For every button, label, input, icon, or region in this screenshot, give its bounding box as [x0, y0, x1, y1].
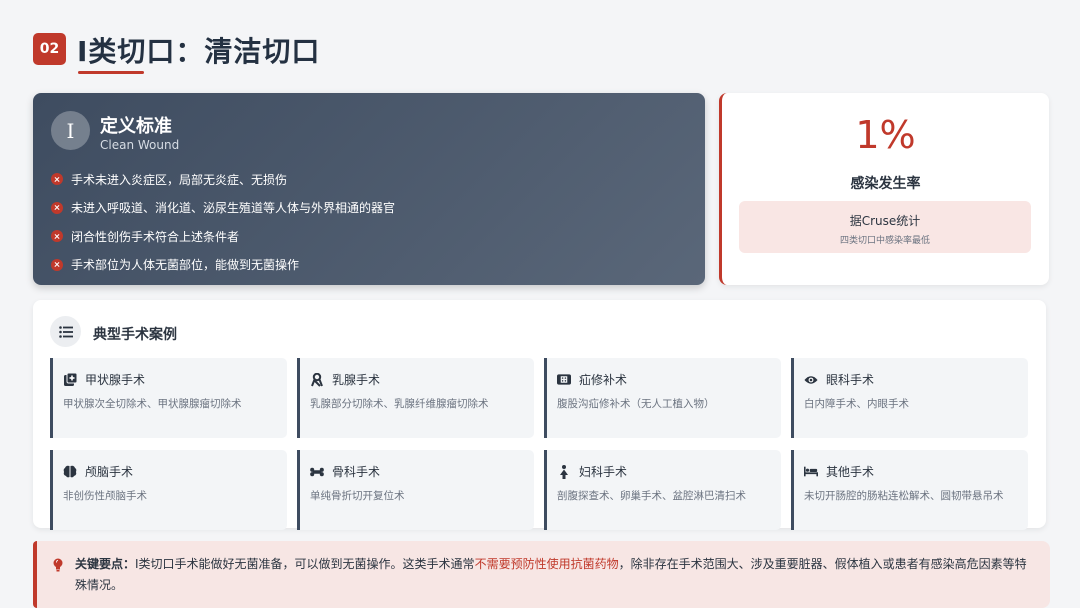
definition-title: 定义标准	[100, 116, 172, 137]
case-name: 妇科手术	[579, 465, 628, 479]
ribbon-icon	[310, 372, 324, 387]
definition-list: 手术未进入炎症区，局部无炎症、无损伤 未进入呼吸道、消化道、泌尿生殖道等人体与外…	[51, 165, 395, 279]
rate-source-box: 据Cruse统计 四类切口中感染率最低	[739, 201, 1031, 253]
cases-panel: 典型手术案例 甲状腺手术 甲状腺次全切除术、甲状腺腺瘤切除术 乳腺手术 乳腺部分…	[33, 300, 1046, 530]
case-card-gynecology: 妇科手术 剖腹探查术、卵巢手术、盆腔淋巴清扫术	[544, 450, 781, 530]
case-card-eye: 眼科手术 白内障手术、内眼手术	[791, 358, 1028, 438]
rate-source: 据Cruse统计	[849, 214, 921, 228]
key-point-box: 关键要点：I类切口手术能做好无菌准备，可以做到无菌操作。这类手术通常不需要预防性…	[33, 541, 1050, 608]
case-name: 骨科手术	[332, 465, 381, 479]
title-underline	[78, 71, 144, 74]
roman-numeral-badge: I	[51, 111, 90, 150]
definition-item: 手术部位为人体无菌部位，能做到无菌操作	[51, 251, 395, 280]
infection-rate-value: 1%	[855, 113, 916, 157]
definition-item-text: 手术部位为人体无菌部位，能做到无菌操作	[71, 258, 300, 273]
rate-note: 四类切口中感染率最低	[839, 236, 930, 246]
case-card-other: 其他手术 未切开肠腔的肠粘连松解术、圆韧带悬吊术	[791, 450, 1028, 530]
definition-item: 手术未进入炎症区，局部无炎症、无损伤	[51, 165, 395, 194]
definition-card: I 定义标准 Clean Wound 手术未进入炎症区，局部无炎症、无损伤 未进…	[33, 93, 705, 285]
case-desc: 单纯骨折切开复位术	[310, 490, 405, 502]
definition-item-text: 闭合性创伤手术符合上述条件者	[71, 229, 240, 244]
case-name: 疝修补术	[579, 373, 628, 387]
case-card-breast: 乳腺手术 乳腺部分切除术、乳腺纤维腺瘤切除术	[297, 358, 534, 438]
key-point-label: 关键要点：	[75, 557, 136, 571]
lightbulb-icon	[53, 557, 63, 576]
case-desc: 非创伤性颅脑手术	[63, 490, 147, 502]
case-desc: 未切开肠腔的肠粘连松解术、圆韧带悬吊术	[804, 490, 1004, 502]
case-card-thyroid: 甲状腺手术 甲状腺次全切除术、甲状腺腺瘤切除术	[50, 358, 287, 438]
key-point-text: 关键要点：I类切口手术能做好无菌准备，可以做到无菌操作。这类手术通常不需要预防性…	[75, 554, 1035, 596]
infection-rate-label: 感染发生率	[850, 176, 921, 192]
case-card-bone: 骨科手术 单纯骨折切开复位术	[297, 450, 534, 530]
cases-grid: 甲状腺手术 甲状腺次全切除术、甲状腺腺瘤切除术 乳腺手术 乳腺部分切除术、乳腺纤…	[50, 358, 1030, 530]
eye-icon	[804, 373, 818, 387]
bandage-icon	[557, 373, 571, 387]
x-circle-icon	[51, 173, 63, 186]
case-name: 甲状腺手术	[85, 373, 146, 387]
definition-subtitle: Clean Wound	[100, 138, 180, 152]
brain-icon	[63, 465, 77, 479]
case-desc: 乳腺部分切除术、乳腺纤维腺瘤切除术	[310, 398, 489, 410]
case-card-hernia: 疝修补术 腹股沟疝修补术（无人工植入物）	[544, 358, 781, 438]
definition-item-text: 未进入呼吸道、消化道、泌尿生殖道等人体与外界相通的器官	[71, 201, 396, 216]
case-card-brain: 颅脑手术 非创伤性颅脑手术	[50, 450, 287, 530]
case-desc: 甲状腺次全切除术、甲状腺腺瘤切除术	[63, 398, 242, 410]
definition-item: 未进入呼吸道、消化道、泌尿生殖道等人体与外界相通的器官	[51, 194, 395, 223]
section-badge: 02	[33, 33, 66, 65]
page-title: I类切口：清洁切口	[77, 35, 321, 68]
case-name: 乳腺手术	[332, 373, 381, 387]
case-name: 眼科手术	[826, 373, 875, 387]
infection-rate-card: 1% 感染发生率 据Cruse统计 四类切口中感染率最低	[719, 93, 1049, 285]
bed-icon	[804, 465, 818, 479]
x-circle-icon	[51, 230, 63, 243]
case-desc: 腹股沟疝修补术（无人工植入物）	[557, 398, 715, 410]
definition-item-text: 手术未进入炎症区，局部无炎症、无损伤	[71, 172, 288, 187]
thyroid-plus-icon	[63, 373, 77, 387]
x-circle-icon	[51, 258, 63, 271]
bone-icon	[310, 465, 324, 479]
key-point-text-before: I类切口手术能做好无菌准备，可以做到无菌操作。这类手术通常	[135, 557, 475, 571]
female-icon	[557, 464, 571, 479]
case-desc: 白内障手术、内眼手术	[804, 398, 909, 410]
case-name: 颅脑手术	[85, 465, 134, 479]
case-desc: 剖腹探查术、卵巢手术、盆腔淋巴清扫术	[557, 490, 746, 502]
x-circle-icon	[51, 201, 63, 214]
key-point-highlight: 不需要预防性使用抗菌药物	[474, 557, 619, 571]
list-icon	[50, 316, 81, 347]
case-name: 其他手术	[826, 465, 875, 479]
definition-item: 闭合性创伤手术符合上述条件者	[51, 222, 395, 251]
cases-title: 典型手术案例	[93, 327, 177, 343]
